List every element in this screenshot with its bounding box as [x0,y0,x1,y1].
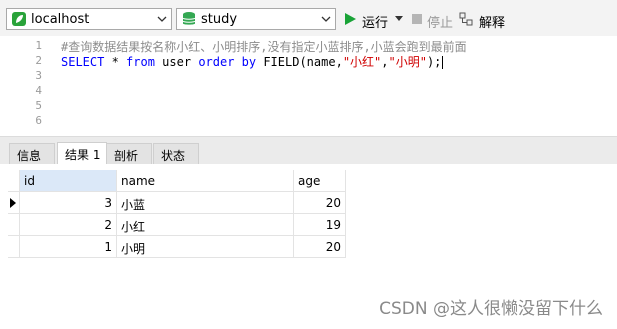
tab-status[interactable]: 状态 [153,143,199,164]
cell-name[interactable]: 小蓝 [117,192,294,214]
line-number: 5 [35,99,42,112]
stop-label: 停止 [427,16,454,31]
column-header-id[interactable]: id [20,170,117,192]
stop-icon [412,14,422,24]
play-icon [345,13,356,25]
chevron-down-icon [157,16,167,22]
connection-leaf-icon [12,12,26,26]
tab-result-1[interactable]: 结果 1 [57,142,107,165]
explain-icon [459,12,473,26]
sql-keyword-select: SELECT [61,55,105,69]
row-marker-header [8,170,20,192]
line-number: 6 [35,114,42,127]
sql-comma: , [381,55,389,69]
cell-id[interactable]: 3 [20,192,117,214]
watermark: CSDN @这人很懒没留下什么 [379,299,603,319]
line-number: 4 [35,84,42,97]
database-select[interactable]: study [176,8,336,30]
connection-select[interactable]: localhost [6,8,172,30]
run-button[interactable]: 运行 [343,10,405,31]
cell-id[interactable]: 1 [20,236,117,258]
column-header-name[interactable]: name [117,170,294,192]
editor-line: 4 [0,83,617,98]
editor-line: 3 [0,68,617,83]
sql-function: FIELD(name, [256,55,343,69]
database-value: study [201,12,238,27]
cell-name[interactable]: 小明 [117,236,294,258]
sql-editor[interactable]: 1 #查询数据结果按名称小红、小明排序,没有指定小蓝排序,小蓝会跑到最前面 2 … [0,36,617,136]
sql-keyword-from: from [126,55,155,69]
tab-profile[interactable]: 剖析 [106,143,152,164]
tab-info[interactable]: 信息 [9,143,55,164]
line-number: 1 [35,39,42,52]
chevron-down-icon [321,16,331,22]
connection-value: localhost [31,12,90,27]
sql-star: * [104,55,127,69]
cell-name[interactable]: 小红 [117,214,294,236]
editor-line: 1 #查询数据结果按名称小红、小明排序,没有指定小蓝排序,小蓝会跑到最前面 [0,38,617,54]
current-row-arrow-icon [10,198,16,208]
row-marker[interactable] [8,236,20,258]
cell-age[interactable]: 19 [294,214,346,236]
database-icon [182,12,196,25]
result-grid-area: id name age 3 小蓝 20 2 小红 19 1 小明 20 CSDN… [0,164,617,329]
tab-label: 剖析 [114,149,139,163]
cell-age[interactable]: 20 [294,236,346,258]
tab-label: 信息 [17,149,42,163]
tab-label: 状态 [161,149,186,163]
column-header-age[interactable]: age [294,170,346,192]
editor-line: 2 SELECT * from user order by FIELD(name… [0,53,617,69]
editor-line: 6 [0,113,617,128]
explain-button[interactable]: 解释 [459,10,509,31]
line-number: 2 [35,54,42,67]
sql-table: user [154,55,199,69]
sql-end: ); [426,55,442,69]
result-tabs: 信息 结果 1 剖析 状态 [0,136,617,165]
stop-button[interactable]: 停止 [411,10,454,31]
cell-age[interactable]: 20 [294,192,346,214]
explain-label: 解释 [479,16,506,31]
row-marker[interactable] [8,192,20,214]
editor-line: 5 [0,98,617,113]
sql-string-arg1: "小红" [342,55,382,69]
toolbar: localhost study 运行 停止 解释 [0,0,617,36]
cell-id[interactable]: 2 [20,214,117,236]
tab-label: 结果 1 [65,148,101,162]
sql-keyword-order-by: order by [198,55,257,69]
line-number: 3 [35,69,42,82]
run-dropdown-icon[interactable] [395,16,403,22]
row-marker[interactable] [8,214,20,236]
sql-string-arg2: "小明" [388,55,427,69]
run-label: 运行 [362,16,389,31]
